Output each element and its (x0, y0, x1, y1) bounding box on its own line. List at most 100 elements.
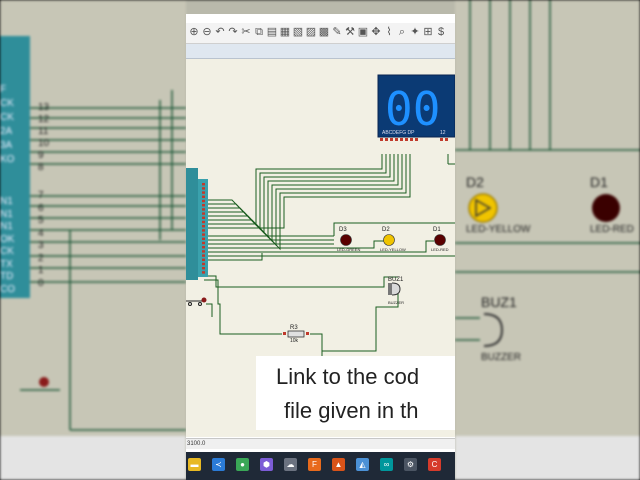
mcu-pin (202, 183, 205, 186)
decompose-icon[interactable]: ✥ (370, 26, 382, 38)
resistor-pin-right (306, 332, 309, 335)
app-tri-icon[interactable]: ◭ (356, 458, 369, 471)
vscode-icon[interactable]: ≺ (212, 458, 225, 471)
mcu-pin (202, 237, 205, 240)
mcu-pin (202, 271, 205, 274)
led-ref: D2 (382, 227, 390, 233)
wire-autoroute-icon[interactable]: ⌇ (383, 26, 395, 38)
mcu-pin (202, 191, 205, 194)
caption-line-2: file given in th (284, 398, 419, 423)
mcu-pin (202, 250, 205, 253)
led-led-yellow[interactable] (383, 234, 395, 246)
bg-pin-number: 9 (38, 150, 44, 161)
mcu-pin (202, 246, 205, 249)
status-coordinate: 3100.0 (187, 441, 206, 447)
bg-pin-label: TD (0, 271, 14, 282)
bg-pin-number: 5 (38, 215, 44, 226)
bg-pin-label: 3A (0, 140, 13, 151)
taskbar: ▬ ≺ ● ⬢ ☁ F ▲ ◭ ∞ ⚙ C (186, 452, 455, 480)
bg-led-yellow (468, 193, 498, 223)
paste-icon[interactable]: ▤ (266, 26, 278, 38)
search-icon[interactable]: ⌕ (396, 26, 408, 38)
seven-segment-display[interactable]: 00 (377, 74, 455, 138)
display-digits: 00 (385, 82, 440, 136)
bg-led-d2-name: LED-YELLOW (466, 224, 531, 235)
bg-pin-number: 4 (38, 227, 44, 239)
led-name: LED-YELLOW (380, 247, 406, 252)
bg-buzzer-ref: BUZ1 (481, 294, 517, 310)
bg-pin-number: 11 (38, 126, 49, 137)
led-led-green[interactable] (340, 234, 352, 246)
push-button[interactable] (186, 297, 207, 306)
bg-buzzer (483, 313, 504, 347)
bg-led-d2-ref: D2 (466, 174, 484, 190)
bg-pin-number: 0 (38, 277, 44, 289)
block-copy-icon[interactable]: ▦ (279, 26, 291, 38)
mcu-pin (202, 262, 205, 266)
bg-pin-number: 7 (38, 190, 44, 201)
matlab-icon[interactable]: ▲ (332, 458, 345, 471)
app-f-icon[interactable]: F (308, 458, 321, 471)
bg-led-d1-name: LED-RED (590, 224, 634, 235)
app-hex-icon[interactable]: ⬢ (260, 458, 273, 471)
mcu-pin (202, 254, 205, 257)
mcu-pin (202, 187, 205, 190)
wire-bundle (204, 154, 455, 357)
bg-pin-label: CO (0, 283, 15, 295)
app-cloud-icon[interactable]: ☁ (284, 458, 297, 471)
proteus-icon[interactable]: ⚙ (404, 458, 417, 471)
block-delete-icon[interactable]: ▩ (318, 26, 330, 38)
bg-pin-label: CK (0, 246, 14, 257)
bg-pin-number: 13 (38, 102, 50, 113)
resistor-pin-left (283, 332, 286, 335)
bill-icon[interactable]: $ (435, 26, 447, 38)
make-device-icon[interactable]: ⚒ (344, 26, 356, 38)
block-rotate-icon[interactable]: ▨ (305, 26, 317, 38)
video-caption: Link to the cod file given in th (256, 356, 455, 430)
copy-icon[interactable]: ⧉ (253, 26, 265, 38)
tab-strip (186, 44, 455, 59)
undo-icon[interactable]: ↶ (214, 26, 226, 38)
bg-led-red (592, 194, 620, 222)
mcu-pin (202, 212, 205, 215)
mcu-pin (202, 208, 205, 211)
pick-device-icon[interactable]: ✎ (331, 26, 343, 38)
bg-pin-number: 12 (38, 114, 50, 125)
bg-pin-label: TX (0, 258, 13, 270)
mcu-pin (202, 204, 205, 207)
buzzer-name: BUZZER (388, 300, 404, 305)
bg-pin-number: 3 (38, 240, 44, 251)
bg-pin-number: 1 (38, 265, 44, 276)
toolbar: ⊕ ⊖ ↶ ↷ ✂ ⧉ ▤ ▦ ▧ ▨ ▩ ✎ ⚒ ▣ ✥ ⌇ ⌕ ✦ ⊞ $ (186, 23, 455, 44)
bg-pin-number: 2 (38, 252, 44, 264)
arduino-icon[interactable]: ∞ (380, 458, 393, 471)
resistor-r3[interactable] (287, 330, 305, 338)
mcu-pin (202, 267, 205, 270)
status-bar: 3100.0 (186, 438, 455, 449)
mcu-pin (202, 225, 205, 228)
package-icon[interactable]: ▣ (357, 26, 369, 38)
led-led-red[interactable] (434, 234, 446, 246)
chrome-icon[interactable]: ● (236, 458, 249, 471)
redo-icon[interactable]: ↷ (227, 26, 239, 38)
property-icon[interactable]: ✦ (409, 26, 421, 38)
buzzer-ref: BUZ1 (388, 277, 404, 283)
file-explorer-icon[interactable]: ▬ (188, 458, 201, 471)
bg-pin-label: 2A (0, 126, 13, 137)
led-name: LED-RED (431, 247, 449, 252)
netlist-icon[interactable]: ⊞ (422, 26, 434, 38)
block-move-icon[interactable]: ▧ (292, 26, 304, 38)
mcu-pin (202, 216, 205, 219)
led-ref: D3 (339, 227, 347, 233)
zoom-in-icon[interactable]: ⊕ (188, 26, 200, 38)
cut-icon[interactable]: ✂ (240, 26, 252, 38)
app-c-icon[interactable]: C (428, 458, 441, 471)
mcu-pin (202, 233, 205, 236)
mcu-pin (202, 241, 205, 245)
bg-pin-number: 8 (38, 162, 44, 173)
mcu-pin (202, 220, 205, 224)
zoom-out-icon[interactable]: ⊖ (201, 26, 213, 38)
display-pin-label: ABCDEFG DP (382, 130, 415, 136)
led-ref: D1 (433, 227, 441, 233)
buzzer[interactable] (388, 282, 401, 296)
